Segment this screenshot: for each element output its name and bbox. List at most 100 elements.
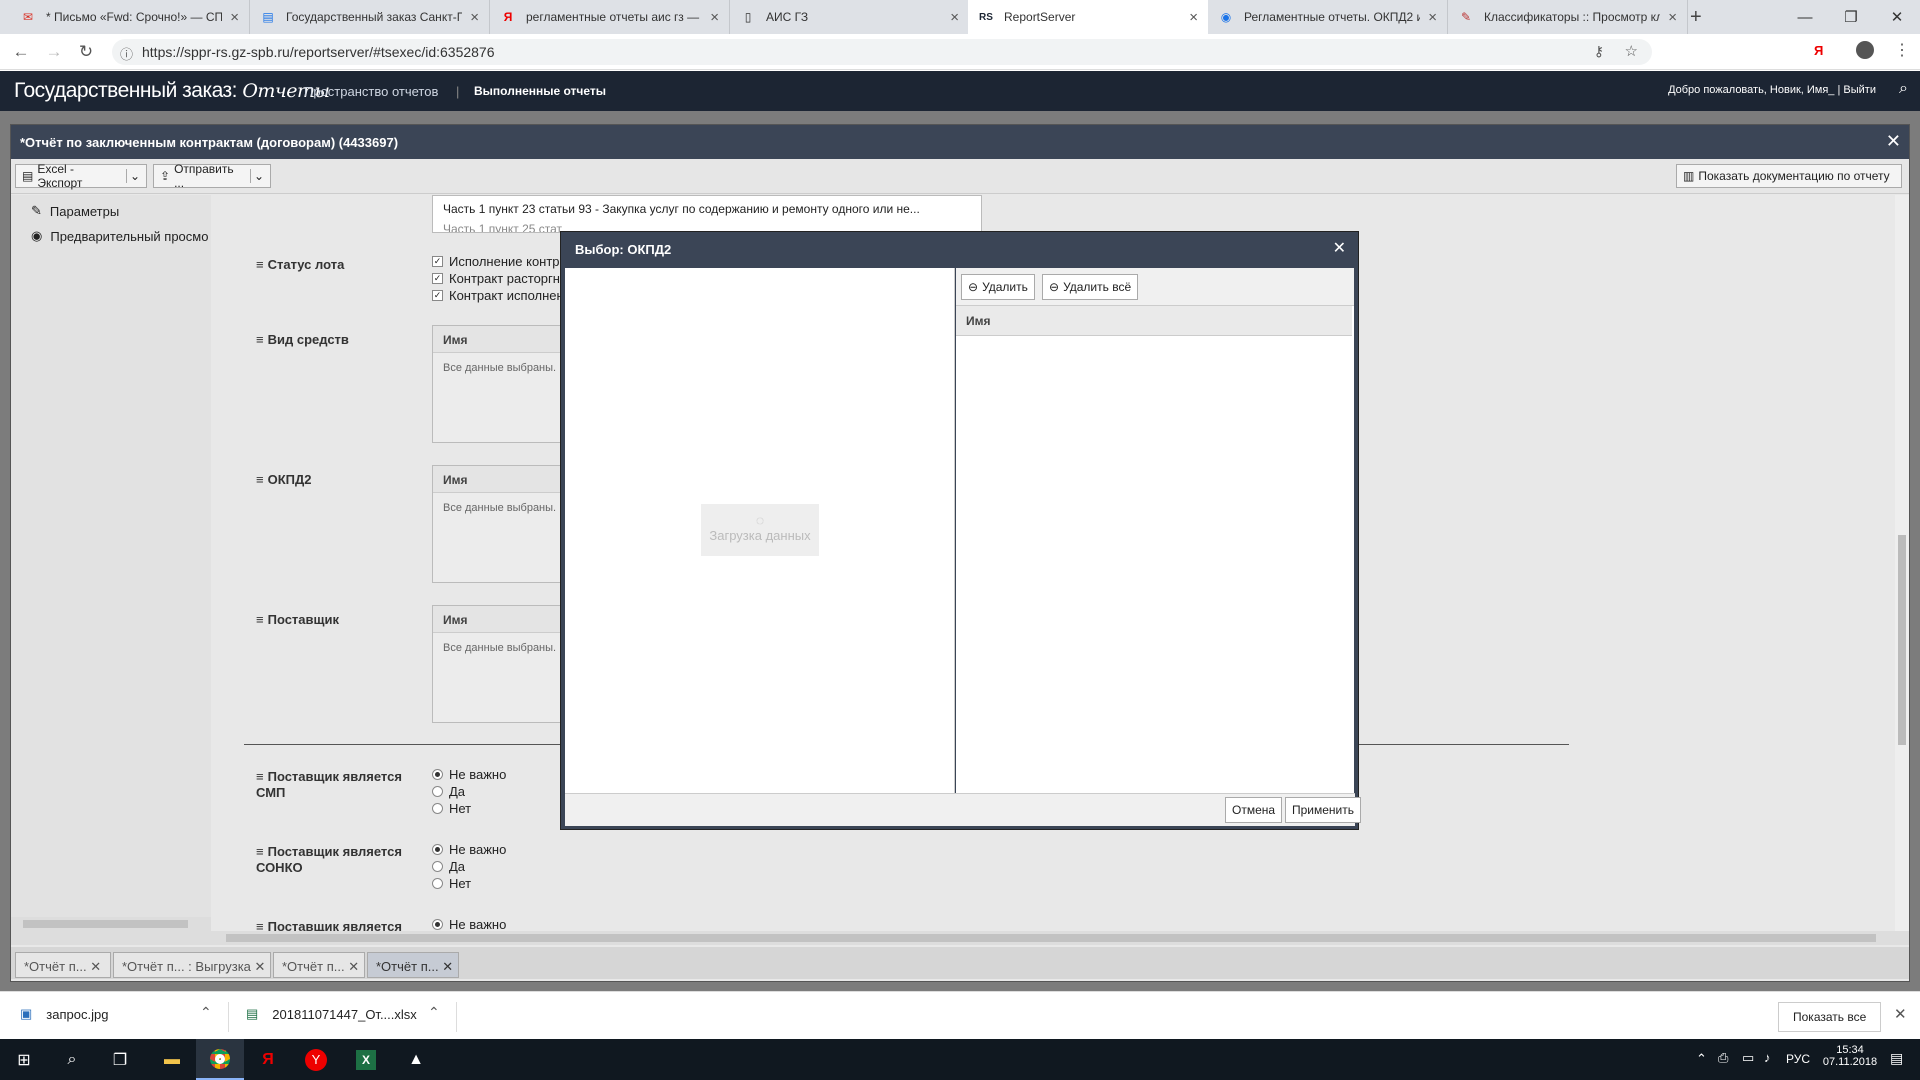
close-dialog-icon[interactable]: ✕ (1333, 238, 1346, 258)
minimize-icon[interactable]: — (1782, 0, 1828, 34)
volume-icon[interactable]: ♪ (1764, 1050, 1771, 1065)
download-item[interactable]: ▣ запрос.jpg (20, 1006, 108, 1022)
sidebar-item-parameters[interactable]: ✎ Параметры (31, 203, 119, 219)
chevron-up-icon[interactable]: ⌃ (200, 1004, 212, 1021)
checkbox-option[interactable]: ✓ Контракт расторгну (432, 270, 567, 287)
key-icon[interactable]: ⚷ (1594, 43, 1604, 60)
radio-option[interactable]: Да (432, 858, 506, 875)
close-tab-icon[interactable]: × (230, 9, 239, 26)
browser-tab[interactable]: ▤ Государственный заказ Санкт-П × (250, 0, 490, 34)
selected-list-box[interactable]: Часть 1 пункт 23 статьи 93 - Закупка усл… (432, 195, 982, 233)
url-field[interactable]: ⓘ https://sppr-rs.gz-spb.ru/reportserver… (112, 39, 1652, 65)
checkbox[interactable]: ✓ (432, 290, 443, 301)
info-icon[interactable]: ⓘ (120, 44, 133, 63)
radio[interactable] (432, 878, 443, 889)
radio-option[interactable]: Нет (432, 875, 506, 892)
logout-link[interactable]: Выйти (1843, 84, 1876, 96)
new-tab-icon[interactable]: + (1690, 6, 1702, 29)
radio[interactable] (432, 769, 443, 780)
radio[interactable] (432, 919, 443, 930)
search-icon[interactable]: ⌕ (48, 1039, 96, 1080)
windows-start-icon[interactable]: ⊞ (0, 1039, 48, 1080)
close-tab-icon[interactable]: × (470, 9, 479, 26)
yandex-browser-icon[interactable]: Y (292, 1039, 340, 1080)
close-report-icon[interactable]: ✕ (1886, 131, 1901, 152)
checkbox-option[interactable]: ✓ Контракт исполнен (432, 287, 567, 304)
menu-dots-icon[interactable]: ⋮ (1894, 40, 1910, 60)
close-icon[interactable]: ✕ (255, 959, 266, 974)
browser-tab[interactable]: Я регламентные отчеты аис гз — × (490, 0, 730, 34)
notifications-icon[interactable]: ▤ (1890, 1050, 1903, 1067)
checkbox[interactable]: ✓ (432, 256, 443, 267)
nav-report-space[interactable]: Пространство отчетов (304, 84, 438, 99)
browser-tab[interactable]: ✎ Классификаторы :: Просмотр кл × (1448, 0, 1688, 34)
sidebar-scrollbar[interactable] (11, 917, 211, 931)
send-button[interactable]: ⇪ Отправить ... ⌄ (153, 162, 271, 190)
download-item[interactable]: ▤ 201811071447_От....xlsx (246, 1006, 417, 1022)
radio-option[interactable]: Не важно (432, 841, 506, 858)
network-icon[interactable]: ▭ (1742, 1050, 1754, 1066)
checkbox[interactable]: ✓ (432, 273, 443, 284)
radio[interactable] (432, 803, 443, 814)
tray-chevron-icon[interactable]: ⌃ (1696, 1051, 1707, 1067)
task-view-icon[interactable]: ❐ (96, 1039, 144, 1080)
close-tab-icon[interactable]: × (1668, 9, 1677, 26)
close-tab-icon[interactable]: × (1189, 9, 1198, 26)
back-icon[interactable]: ← (9, 40, 33, 64)
clock[interactable]: 15:34 07.11.2018 (1822, 1044, 1878, 1068)
file-explorer-icon[interactable]: ▬ (148, 1039, 196, 1080)
vertical-scrollbar[interactable] (1895, 195, 1909, 931)
close-tab-icon[interactable]: × (950, 9, 959, 26)
checkbox-option[interactable]: ✓ Исполнение контра (432, 253, 567, 270)
radio[interactable] (432, 844, 443, 855)
yandex-icon[interactable]: Я (244, 1039, 292, 1080)
radio-option[interactable]: Нет (432, 800, 506, 817)
excel-icon[interactable]: X (342, 1039, 390, 1080)
close-window-icon[interactable]: ✕ (1874, 0, 1920, 34)
close-tab-icon[interactable]: × (710, 9, 719, 26)
printer-icon[interactable]: ⎙ (1718, 1050, 1728, 1066)
horizontal-scrollbar[interactable] (11, 931, 1909, 945)
report-tab[interactable]: *Отчёт п... ✕ (15, 952, 111, 978)
report-tab[interactable]: *Отчёт п... : Выгрузка ✕ (113, 952, 271, 978)
browser-tab[interactable]: ✉ * Письмо «Fwd: Срочно!» — СП × (10, 0, 250, 34)
close-tab-icon[interactable]: × (1428, 9, 1437, 26)
sidebar-item-preview[interactable]: ◉ Предварительный просмо (31, 228, 208, 244)
bookmark-star-icon[interactable]: ☆ (1625, 42, 1638, 60)
report-tab[interactable]: *Отчёт п... ✕ (273, 952, 365, 978)
browser-tab-active[interactable]: RS ReportServer × (968, 0, 1208, 34)
browser-tab[interactable]: ▯ АИС ГЗ × (730, 0, 970, 34)
excel-export-button[interactable]: ▤ Excel - Экспорт ⌄ (15, 162, 147, 190)
app-logo[interactable]: Государственный заказ: Отчеты (14, 79, 330, 103)
show-all-downloads-button[interactable]: Показать все (1778, 1002, 1882, 1032)
browser-tab[interactable]: ◉ Регламентные отчеты. ОКПД2 и × (1208, 0, 1448, 34)
scrollbar-thumb[interactable] (226, 934, 1876, 942)
close-downloads-icon[interactable]: ✕ (1894, 1005, 1907, 1023)
report-tab-active[interactable]: *Отчёт п... ✕ (367, 952, 459, 978)
radio[interactable] (432, 786, 443, 797)
remove-button[interactable]: ⊖ Удалить (961, 274, 1035, 300)
profile-avatar[interactable] (1856, 41, 1874, 59)
scrollbar-thumb[interactable] (1898, 535, 1906, 745)
radio-option[interactable]: Не важно (432, 916, 506, 931)
column-header-name[interactable]: Имя (956, 306, 1352, 336)
radio-option[interactable]: Да (432, 783, 506, 800)
photos-icon[interactable]: ▲ (392, 1039, 440, 1080)
show-documentation-button[interactable]: ▥ Показать документацию по отчету (1676, 164, 1902, 188)
language-indicator[interactable]: РУС (1786, 1052, 1810, 1066)
chrome-icon[interactable] (196, 1039, 244, 1080)
close-icon[interactable]: ✕ (348, 959, 359, 974)
chevron-up-icon[interactable]: ⌃ (428, 1004, 440, 1021)
forward-icon[interactable]: → (42, 40, 66, 64)
radio[interactable] (432, 861, 443, 872)
yandex-extension-icon[interactable]: Я (1814, 43, 1823, 58)
remove-all-button[interactable]: ⊖ Удалить всё (1042, 274, 1139, 300)
close-icon[interactable]: ✕ (90, 959, 101, 974)
search-icon[interactable]: ⌕ (1899, 80, 1908, 98)
nav-executed-reports[interactable]: Выполненные отчеты (474, 84, 606, 98)
cancel-button[interactable]: Отмена (1225, 797, 1283, 823)
reload-icon[interactable]: ↻ (74, 40, 98, 64)
maximize-icon[interactable]: ❐ (1828, 0, 1874, 34)
apply-button[interactable]: Применить (1285, 797, 1362, 823)
radio-option[interactable]: Не важно (432, 766, 506, 783)
